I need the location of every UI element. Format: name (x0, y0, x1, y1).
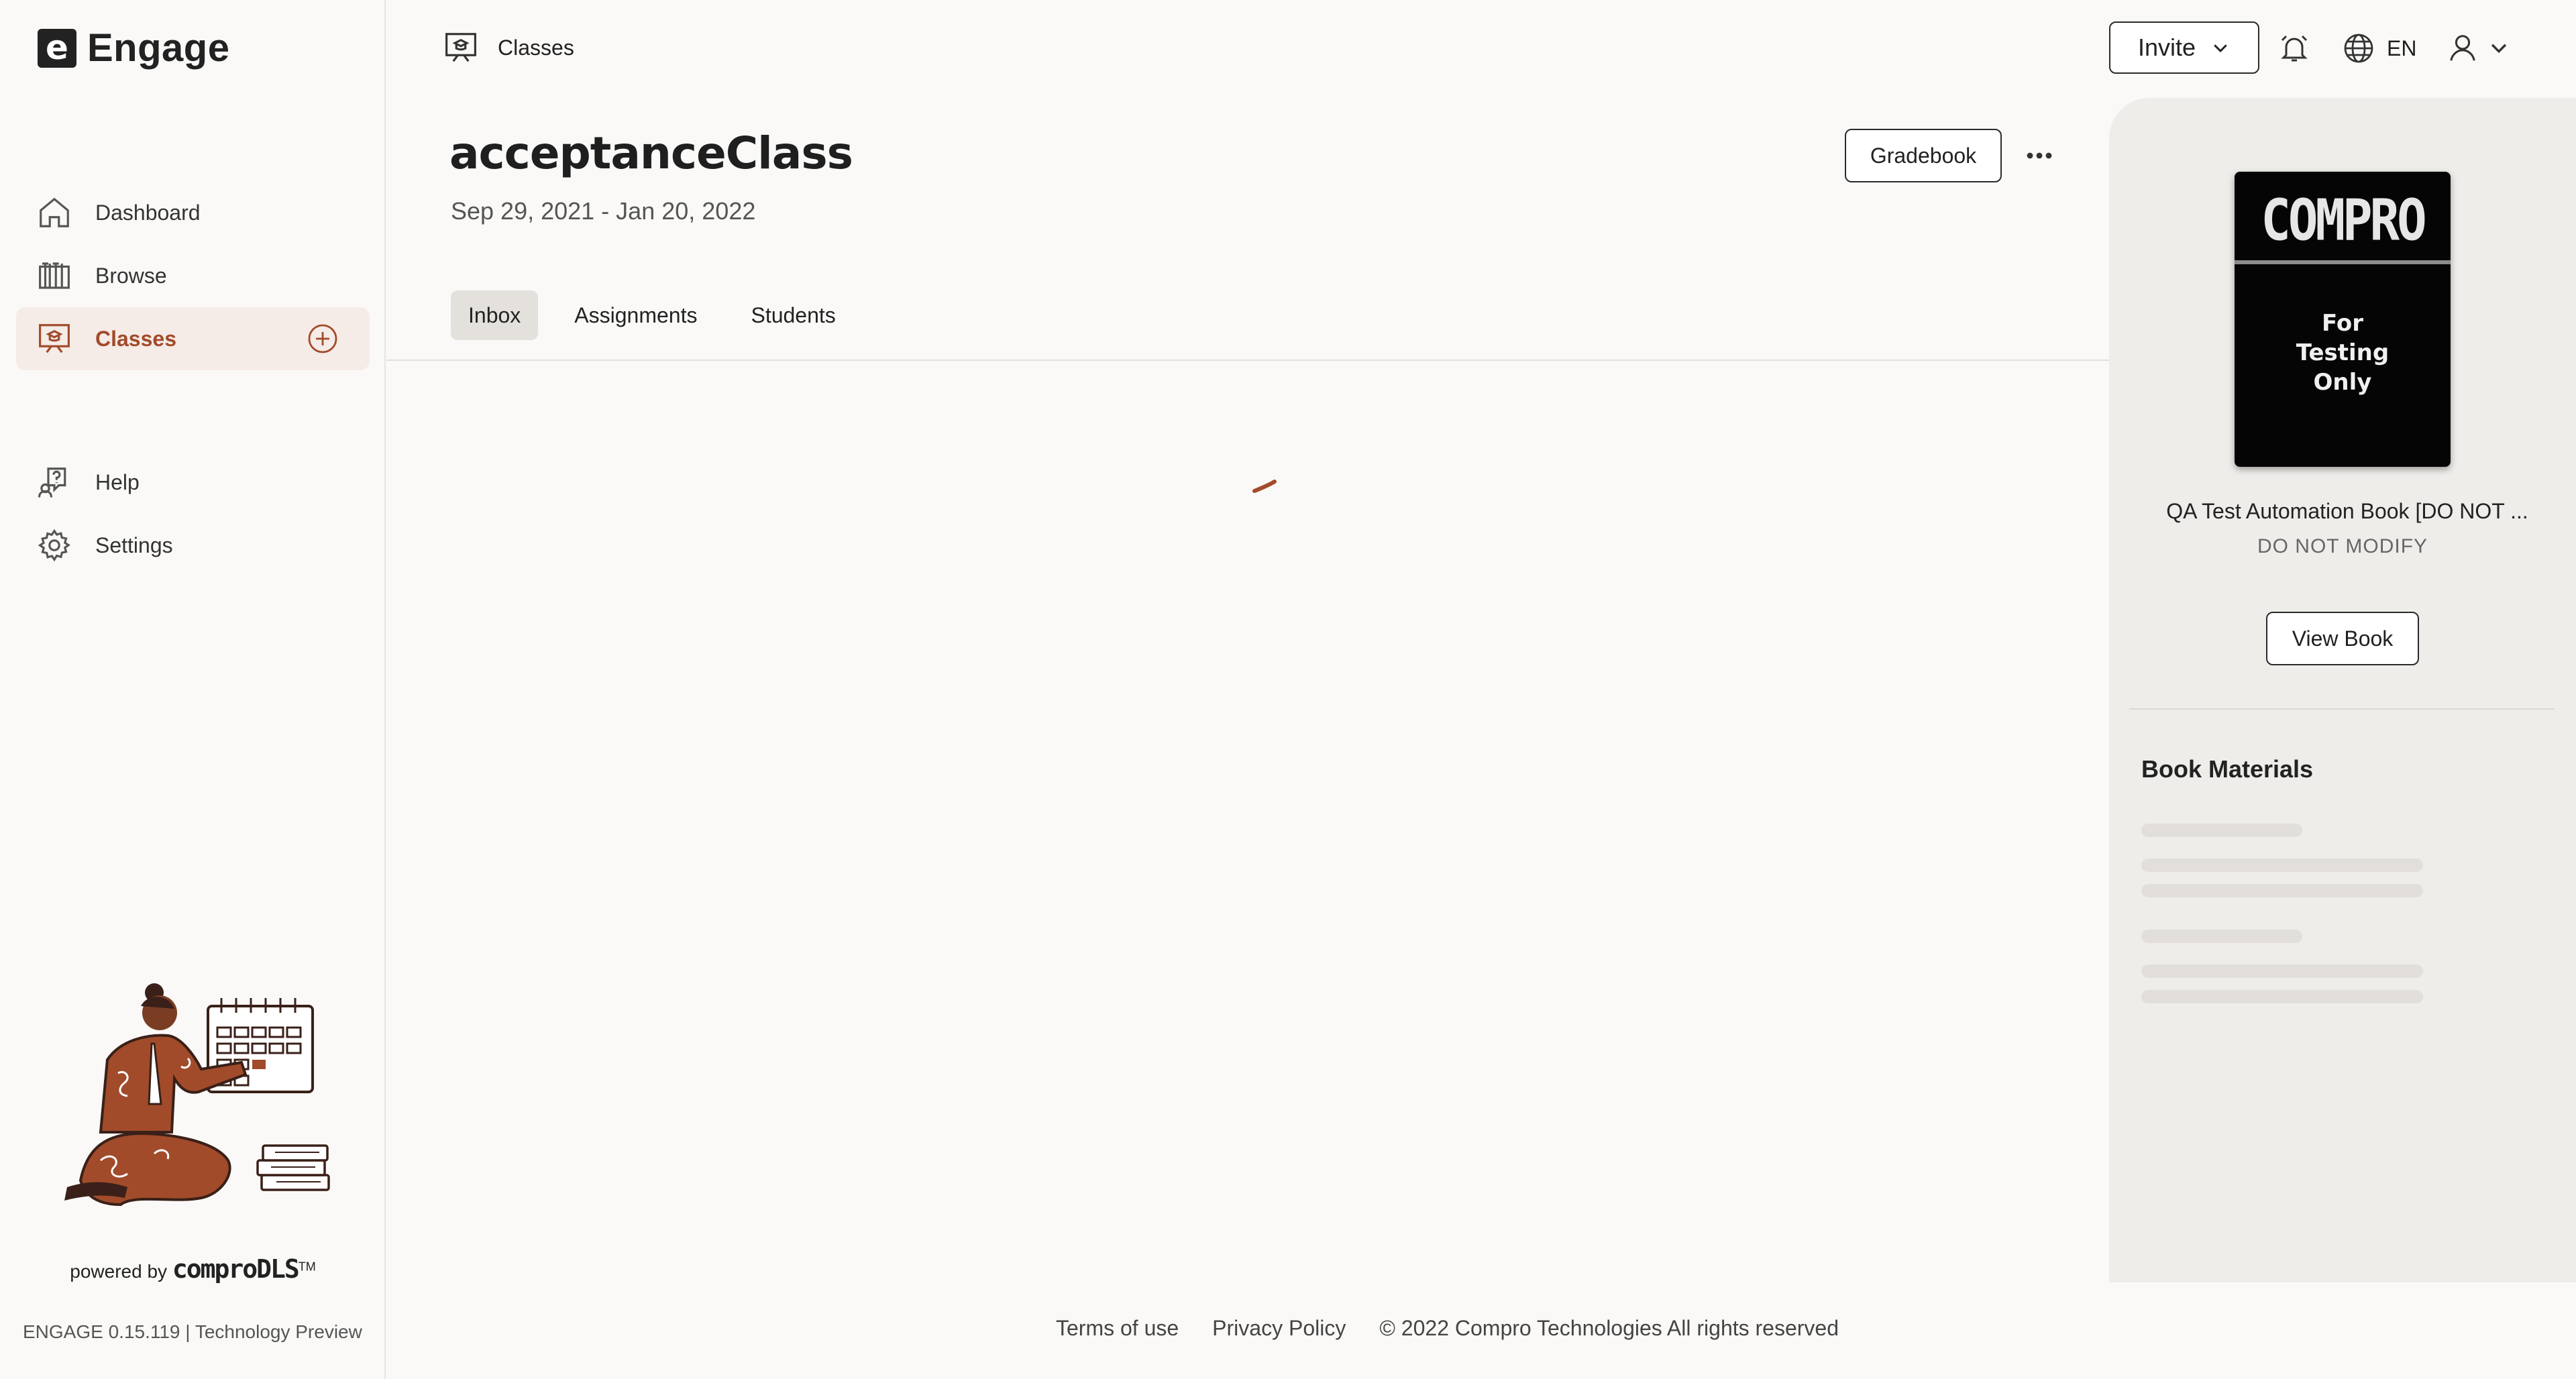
teacher-calendar-illustration (64, 983, 330, 1207)
skeleton-line (2141, 884, 2423, 897)
breadcrumb-label[interactable]: Classes (498, 36, 574, 60)
app-logo[interactable]: e Engage (38, 25, 230, 70)
sidebar-item-label: Help (95, 470, 140, 494)
library-icon (39, 262, 70, 289)
tab-divider (386, 360, 2109, 361)
sidebar-item-label: Browse (95, 263, 167, 288)
book-materials-heading: Book Materials (2141, 755, 2314, 783)
invite-button[interactable]: Invite (2109, 21, 2259, 74)
more-options-icon[interactable] (2023, 142, 2055, 169)
book-panel: COMPRO For Testing Only QA Test Automati… (2109, 98, 2576, 1282)
user-icon (2450, 35, 2475, 61)
chevron-down-icon (2214, 44, 2227, 53)
sidebar-nav: Dashboard Browse Classes Help Settings (16, 181, 370, 577)
classroom-icon (445, 33, 476, 62)
logo-mark: e (38, 28, 76, 68)
gear-icon (38, 529, 70, 562)
language-selector[interactable]: EN (2343, 32, 2416, 64)
sidebar-item-label: Classes (95, 326, 176, 351)
help-icon (38, 467, 66, 498)
tab-inbox[interactable]: Inbox (451, 290, 539, 340)
breadcrumb: Classes (443, 30, 574, 66)
sidebar-item-dashboard[interactable]: Dashboard (16, 181, 370, 244)
home-icon (40, 197, 69, 227)
globe-icon (2344, 34, 2373, 63)
sidebar-item-settings[interactable]: Settings (16, 514, 370, 577)
sidebar-item-label: Settings (95, 533, 173, 557)
book-title: QA Test Automation Book [DO NOT ... (2166, 499, 2528, 523)
skeleton-line (2141, 964, 2423, 978)
sidebar-item-help[interactable]: Help (16, 451, 370, 514)
sidebar-item-classes[interactable]: Classes (16, 307, 370, 370)
cover-tagline: For Testing Only (2296, 310, 2390, 396)
skeleton-line (2141, 859, 2423, 872)
book-subtitle: DO NOT MODIFY (2257, 535, 2428, 557)
cover-divider (2235, 260, 2451, 264)
book-cover[interactable]: COMPRO For Testing Only (2235, 172, 2451, 467)
copyright: © 2022 Compro Technologies All rights re… (1379, 1316, 1839, 1340)
cover-brand: COMPRO (2261, 187, 2426, 254)
sidebar-item-label: Dashboard (95, 200, 201, 225)
skeleton-line (2141, 930, 2302, 943)
loading-spinner-icon (1252, 480, 1277, 493)
chevron-down-icon (2491, 44, 2507, 54)
powered-prefix: powered by (70, 1261, 168, 1282)
user-menu[interactable] (2447, 32, 2510, 63)
classroom-icon (39, 324, 70, 353)
view-book-button[interactable]: View Book (2266, 612, 2419, 665)
panel-divider (2129, 708, 2555, 710)
class-title: acceptanceClass (449, 127, 853, 179)
class-dates: Sep 29, 2021 - Jan 20, 2022 (451, 197, 756, 225)
class-tabs: Inbox Assignments Students (451, 290, 853, 340)
language-code: EN (2387, 36, 2417, 60)
footer: Terms of use Privacy Policy © 2022 Compr… (1056, 1316, 1839, 1341)
alarm-bell-icon[interactable] (2278, 32, 2310, 64)
add-class-icon[interactable] (307, 323, 339, 355)
gradebook-button[interactable]: Gradebook (1845, 129, 2002, 182)
tab-assignments[interactable]: Assignments (557, 290, 714, 340)
skeleton-line (2141, 990, 2423, 1003)
app-version: ENGAGE 0.15.119 | Technology Preview (23, 1321, 362, 1342)
tab-students[interactable]: Students (733, 290, 853, 340)
invite-label: Invite (2137, 34, 2196, 61)
powered-by: powered by comproDLSTM (0, 1254, 386, 1284)
terms-link[interactable]: Terms of use (1056, 1316, 1179, 1341)
trademark: TM (298, 1260, 316, 1274)
powered-brand: comproDLS (172, 1254, 300, 1284)
sidebar: e Engage Dashboard Browse Classes Help S… (0, 0, 386, 1379)
app-name: Engage (87, 26, 230, 70)
privacy-link[interactable]: Privacy Policy (1212, 1316, 1346, 1341)
sidebar-item-browse[interactable]: Browse (16, 244, 370, 307)
skeleton-line (2141, 824, 2302, 837)
